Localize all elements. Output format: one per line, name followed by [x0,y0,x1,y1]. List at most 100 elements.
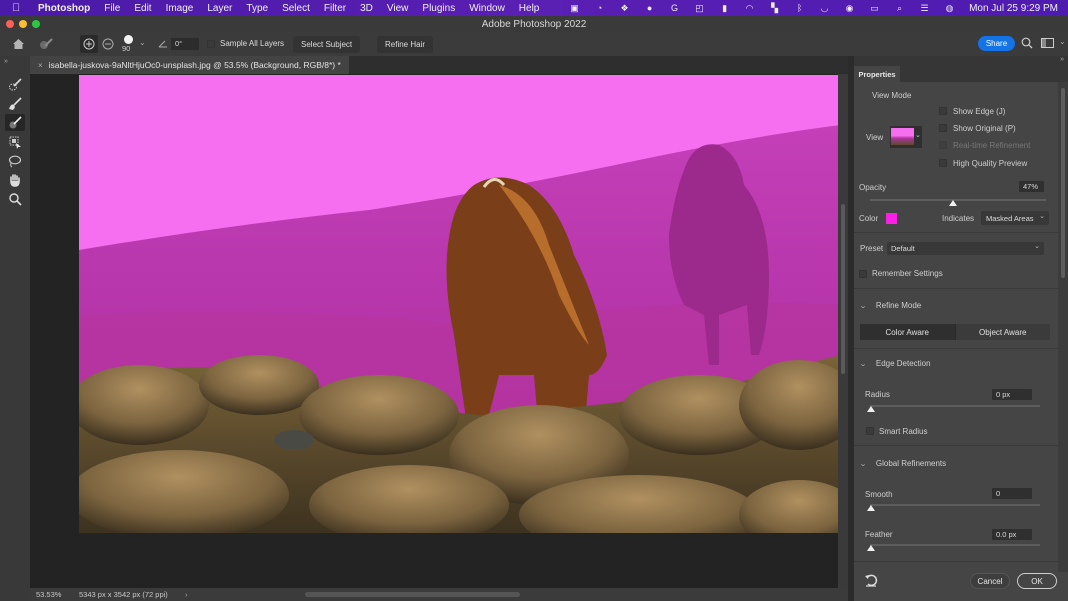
spotlight-search-icon[interactable]: ⌕ [894,3,905,13]
high-quality-preview-checkbox[interactable] [939,159,947,167]
remember-settings-checkbox[interactable] [859,270,867,278]
subtract-from-selection-button[interactable] [101,37,115,51]
collapse-panel-icon[interactable]: » [1060,56,1064,63]
grammarly-icon[interactable]: G [669,3,680,13]
object-selection-tool-icon[interactable] [5,133,25,150]
clock[interactable]: Mon Jul 25 9:29 PM [969,3,1058,14]
refine-hair-button[interactable]: Refine Hair [377,36,434,53]
menu-plugins[interactable]: Plugins [422,3,455,14]
sample-all-layers-checkbox[interactable] [207,40,215,48]
document-image[interactable] [79,75,841,533]
control-center-icon[interactable]: ☰ [919,3,930,13]
home-icon[interactable] [11,37,25,51]
show-edge-checkbox[interactable] [939,107,947,115]
close-document-icon[interactable]: × [38,61,43,70]
share-button[interactable]: Share [978,36,1015,51]
workspace-layout-icon[interactable] [1041,38,1054,50]
brush-size-value[interactable]: 90 [122,44,130,53]
bluetooth-icon[interactable]: ᛒ [794,3,805,13]
menu-select[interactable]: Select [282,3,310,14]
lasso-tool-icon[interactable] [5,152,25,169]
menu-window[interactable]: Window [469,3,505,14]
canvas-horizontal-scroll-thumb[interactable] [305,592,520,597]
canvas-area[interactable] [30,74,841,588]
battery-icon[interactable]: ▭ [869,3,880,13]
apple-icon[interactable]:  [12,2,26,14]
cancel-button[interactable]: Cancel [970,573,1010,589]
collapse-toolbar-icon[interactable]: » [4,58,8,65]
screen-record-icon[interactable]: ▣ [569,3,580,13]
tab-properties[interactable]: Properties [854,66,900,82]
panel-scroll-thumb[interactable] [1061,88,1065,278]
panel-scrollbar[interactable] [1058,82,1068,572]
preset-dropdown[interactable]: Default ⌄ [887,242,1044,255]
view-mode-dropdown[interactable]: ⌄ [890,126,922,148]
radius-slider-thumb[interactable] [867,406,875,412]
wifi-icon[interactable]: ◡ [819,3,830,13]
brush-preview-icon[interactable] [124,35,133,44]
select-subject-button[interactable]: Select Subject [293,36,361,53]
brush-options-chevron-icon[interactable]: ⌄ [139,38,146,47]
menu-layer[interactable]: Layer [207,3,232,14]
layout-icon[interactable]: ▚ [769,3,780,13]
smooth-slider-track[interactable] [870,504,1040,506]
close-window-button[interactable] [6,20,14,28]
realtime-refinement-checkbox[interactable] [939,141,947,149]
zoom-tool-icon[interactable] [5,190,25,207]
menu-type[interactable]: Type [246,3,268,14]
menu-view[interactable]: View [387,3,409,14]
brush-tool-icon[interactable] [5,114,25,131]
feather-slider-thumb[interactable] [867,545,875,551]
refine-edge-brush-tool-icon[interactable] [5,95,25,112]
quick-selection-tool-icon[interactable] [5,76,25,93]
opacity-slider-thumb[interactable] [948,200,957,206]
radius-slider-track[interactable] [870,405,1040,407]
feather-slider-track[interactable] [870,544,1040,546]
hand-tool-icon[interactable] [5,171,25,188]
siri-icon[interactable]: ◍ [944,3,955,13]
creative-cloud-icon[interactable]: ◔ [594,3,605,13]
canvas-vertical-scrollbar[interactable] [838,74,848,588]
view-mode-chevron-icon[interactable]: ⌄ [915,131,921,139]
smooth-input[interactable]: 0 [992,488,1032,499]
angle-input[interactable]: 0° [171,38,199,50]
show-original-checkbox[interactable] [939,124,947,132]
search-icon[interactable] [1021,37,1033,51]
menu-file[interactable]: File [104,3,120,14]
menu-help[interactable]: Help [519,3,540,14]
minimize-window-button[interactable] [19,20,27,28]
radius-input[interactable]: 0 px [992,389,1032,400]
document-tab[interactable]: × isabella-juskova-9aNltHjuOc0-unsplash.… [30,56,349,74]
overlay-color-swatch[interactable] [886,213,897,224]
zoom-window-button[interactable] [32,20,40,28]
global-refinements-section-toggle[interactable]: ⌄ Global Refinements [859,459,946,468]
opacity-slider-track[interactable] [870,199,1046,201]
object-aware-button[interactable]: Object Aware [954,324,1050,340]
feather-input[interactable]: 0.0 px [992,529,1032,540]
status-info-chevron-icon[interactable]: › [185,590,188,599]
opacity-input[interactable]: 47% [1019,181,1044,192]
screen-share-icon[interactable]: ◰ [694,3,705,13]
menu-app-name[interactable]: Photoshop [38,3,90,14]
zoom-level[interactable]: 53.53% [36,590,61,599]
refine-mode-section-toggle[interactable]: ⌄ Refine Mode [859,301,921,310]
brush-preset-icon[interactable] [38,37,54,51]
canvas-vertical-scroll-thumb[interactable] [841,204,845,374]
ok-button[interactable]: OK [1017,573,1057,589]
smart-radius-checkbox[interactable] [866,427,874,435]
document-tab-title[interactable]: isabella-juskova-9aNltHjuOc0-unsplash.jp… [49,60,341,70]
menu-3d[interactable]: 3D [360,3,373,14]
gauge-icon[interactable]: ◠ [744,3,755,13]
menu-filter[interactable]: Filter [324,3,346,14]
bookmark-icon[interactable]: ▮ [719,3,730,13]
add-to-selection-button[interactable] [80,35,98,53]
indicates-dropdown[interactable]: Masked Areas ⌄ [981,211,1049,225]
reset-icon[interactable] [864,573,878,589]
globe-icon[interactable]: ● [644,3,655,13]
user-icon[interactable]: ◉ [844,3,855,13]
menu-image[interactable]: Image [166,3,194,14]
menu-edit[interactable]: Edit [134,3,151,14]
workspace-chevron-icon[interactable]: ⌄ [1059,37,1066,46]
smooth-slider-thumb[interactable] [867,505,875,511]
color-aware-button[interactable]: Color Aware [860,324,955,340]
